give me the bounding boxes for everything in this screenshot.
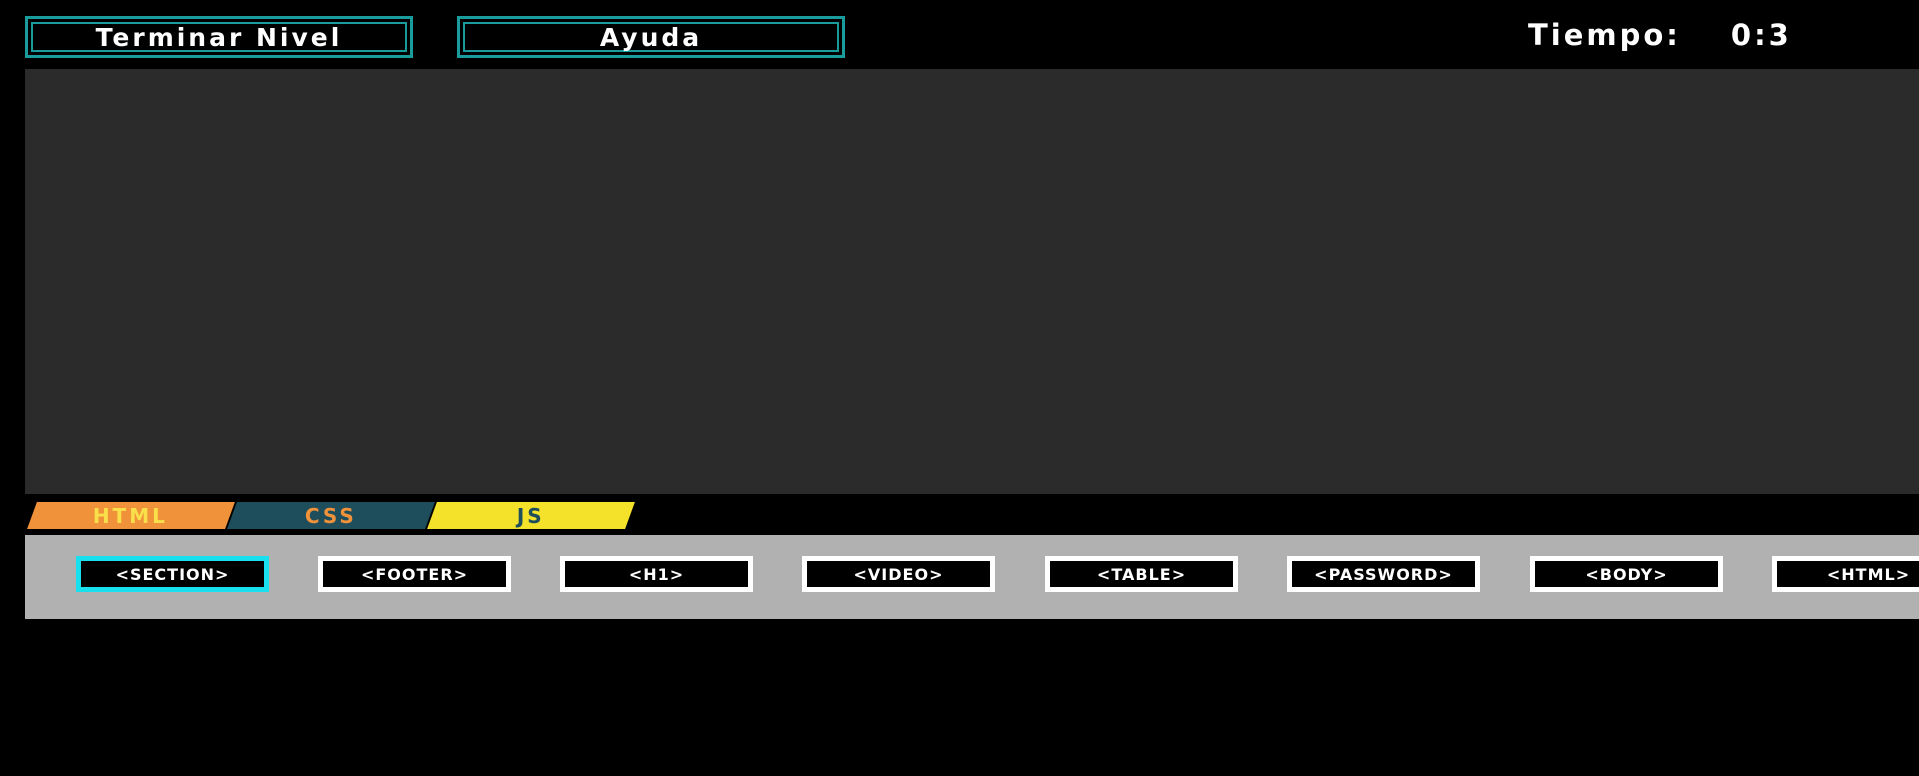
tab-css-label: CSS xyxy=(305,503,357,528)
tag-html-button[interactable]: <HTML> xyxy=(1772,556,1919,592)
tag-video-button[interactable]: <VIDEO> xyxy=(802,556,995,592)
tab-html-label: HTML xyxy=(93,503,169,528)
tag-section-button[interactable]: <SECTION> xyxy=(76,556,269,592)
tab-js[interactable]: JS xyxy=(427,502,635,529)
help-button[interactable]: Ayuda xyxy=(457,16,845,58)
game-canvas[interactable] xyxy=(25,69,1919,494)
timer-value: 0:3 xyxy=(1730,18,1792,52)
game-screen: Terminar Nivel Ayuda Tiempo: 0:3 HTML CS… xyxy=(0,0,1919,776)
finish-level-button[interactable]: Terminar Nivel xyxy=(25,16,413,58)
tag-password-button[interactable]: <PASSWORD> xyxy=(1287,556,1480,592)
tag-footer-button[interactable]: <FOOTER> xyxy=(318,556,511,592)
tag-h1-button[interactable]: <H1> xyxy=(560,556,753,592)
tab-html[interactable]: HTML xyxy=(27,502,235,529)
timer-label: Tiempo: xyxy=(1528,18,1681,52)
tab-css[interactable]: CSS xyxy=(227,502,435,529)
tag-bar: <SECTION> <FOOTER> <H1> <VIDEO> <TABLE> … xyxy=(25,535,1919,619)
tag-table-button[interactable]: <TABLE> xyxy=(1045,556,1238,592)
tag-body-button[interactable]: <BODY> xyxy=(1530,556,1723,592)
tab-js-label: JS xyxy=(517,503,545,528)
timer: Tiempo: 0:3 xyxy=(1528,14,1792,56)
